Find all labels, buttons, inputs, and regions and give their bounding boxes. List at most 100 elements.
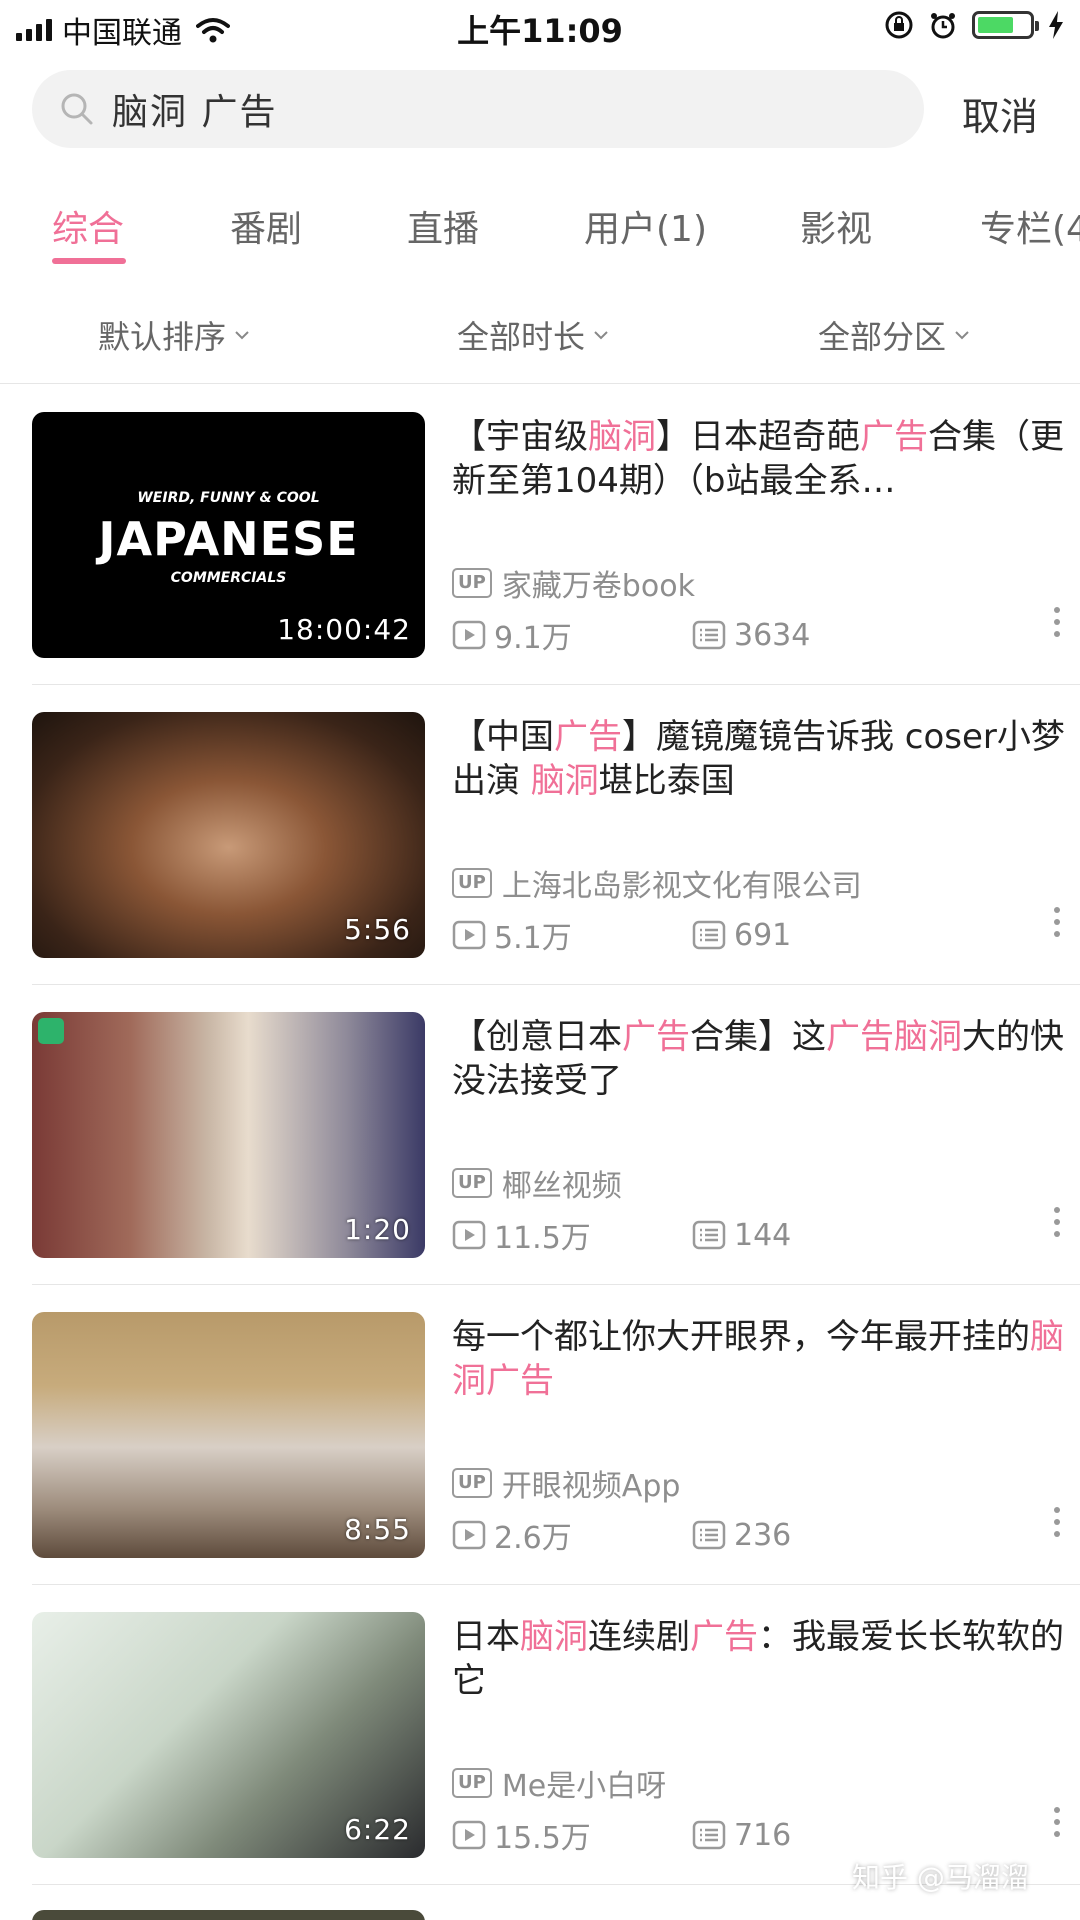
danmaku-icon <box>692 620 726 650</box>
uploader-name: 上海北岛影视文化有限公司 <box>501 869 862 904</box>
more-options-icon[interactable] <box>1054 1807 1060 1837</box>
title-text: 日本 <box>452 1617 520 1657</box>
tab-columns[interactable]: 专栏(4 <box>980 200 1080 252</box>
video-title[interactable]: 【创意日本广告合集】这广告脑洞大的快没法接受了 <box>452 1015 1072 1103</box>
up-badge: UP <box>452 868 492 898</box>
sort-filter[interactable]: 默认排序 <box>98 312 250 358</box>
tab-film[interactable]: 影视 <box>800 200 872 252</box>
uploader-name: Me是小白呀 <box>501 1769 667 1804</box>
filter-bar: 默认排序 全部时长 全部分区 <box>0 300 1080 384</box>
uploader-line[interactable]: UP Me是小白呀 <box>452 1761 666 1805</box>
play-count-icon <box>452 1520 486 1550</box>
danmaku-icon <box>692 1220 726 1250</box>
video-duration: 8:55 <box>344 1513 411 1546</box>
thumbnail-subtitle: COMMERCIALS <box>170 570 287 586</box>
tab-users[interactable]: 用户(1) <box>584 200 707 252</box>
title-keyword-highlight: 广告脑洞 <box>826 1017 962 1057</box>
title-keyword-highlight: 广告 <box>622 1017 690 1057</box>
danmaku-count: 3634 <box>734 617 811 653</box>
category-tabs: 综合 番剧 直播 用户(1) 影视 专栏(4 <box>0 190 1080 270</box>
video-stats: 11.5万 144 <box>452 1213 791 1257</box>
video-thumbnail[interactable]: 6:22 <box>32 1612 425 1858</box>
video-stats: 5.1万 691 <box>452 913 791 957</box>
more-options-icon[interactable] <box>1054 907 1060 937</box>
video-title[interactable]: 日本脑洞连续剧广告：我最爱长长软软的它 <box>452 1615 1072 1703</box>
uploader-line[interactable]: UP 椰丝视频 <box>452 1161 622 1205</box>
title-keyword-highlight: 广告 <box>690 1617 758 1657</box>
thumbnail-title: JAPANESE <box>98 512 359 566</box>
play-count: 15.5万 <box>494 1821 591 1856</box>
play-count: 2.6万 <box>494 1521 572 1556</box>
danmaku-count: 691 <box>734 917 792 953</box>
uploader-name: 椰丝视频 <box>501 1169 622 1204</box>
title-keyword-highlight: 脑洞 <box>520 1617 588 1657</box>
uploader-line[interactable]: UP 家藏万卷book <box>452 561 695 605</box>
video-thumbnail[interactable]: 5:56 <box>32 712 425 958</box>
title-text: 每一个都让你大开眼界，今年最开挂的 <box>452 1317 1030 1357</box>
title-text: 合集】这 <box>690 1017 826 1057</box>
up-badge: UP <box>452 1768 492 1798</box>
danmaku-icon <box>692 1520 726 1550</box>
more-options-icon[interactable] <box>1054 607 1060 637</box>
watermark: 知乎 @马溜溜 <box>852 1861 1029 1894</box>
duration-filter-label: 全部时长 <box>457 318 586 356</box>
play-count: 5.1万 <box>494 921 572 956</box>
video-thumbnail[interactable]: 8:55 <box>32 1312 425 1558</box>
video-duration: 18:00:42 <box>277 613 411 646</box>
status-bar: 中国联通 上午11:09 <box>0 0 1080 54</box>
uploader-line[interactable]: UP 开眼视频App <box>452 1461 680 1505</box>
list-item[interactable]: WEIRD, FUNNY & COOL JAPANESE COMMERCIALS… <box>32 385 1080 685</box>
tab-all[interactable]: 综合 <box>52 200 124 252</box>
chevron-down-icon <box>594 331 608 340</box>
video-title[interactable]: 【中国广告】魔镜魔镜告诉我 coser小梦出演 脑洞堪比泰国 <box>452 715 1072 803</box>
battery-icon <box>972 11 1039 39</box>
uploader-name: 开眼视频App <box>501 1469 681 1504</box>
up-badge: UP <box>452 568 492 598</box>
title-keyword-highlight: 脑洞 <box>588 417 656 457</box>
cancel-button[interactable]: 取消 <box>962 86 1038 141</box>
danmaku-icon <box>692 920 726 950</box>
list-item[interactable]: 6:22 日本脑洞连续剧广告：我最爱长长软软的它 UP Me是小白呀 15.5万… <box>32 1585 1080 1885</box>
danmaku-count: 144 <box>734 1217 792 1253</box>
rotation-lock-icon <box>885 11 913 39</box>
more-options-icon[interactable] <box>1054 1507 1060 1537</box>
title-text: 堪比泰国 <box>598 761 735 801</box>
video-stats: 2.6万 236 <box>452 1513 791 1557</box>
video-thumbnail[interactable]: 1:20 <box>32 1012 425 1258</box>
title-keyword-highlight: 脑洞 <box>530 761 599 801</box>
play-count-icon <box>452 620 486 650</box>
list-item[interactable]: 1:20 【创意日本广告合集】这广告脑洞大的快没法接受了 UP 椰丝视频 11.… <box>32 985 1080 1285</box>
video-title[interactable]: 每一个都让你大开眼界，今年最开挂的脑洞广告 <box>452 1315 1072 1403</box>
video-title[interactable]: 【宇宙级脑洞】日本超奇葩广告合集（更新至第104期）（b站最全系… <box>452 415 1072 503</box>
video-thumbnail[interactable] <box>32 1910 425 1920</box>
chevron-down-icon <box>235 331 249 340</box>
title-text: 】日本超奇葩 <box>656 417 860 457</box>
play-count-icon <box>452 920 486 950</box>
more-options-icon[interactable] <box>1054 1207 1060 1237</box>
play-count: 11.5万 <box>494 1221 591 1256</box>
title-text: 【创意日本 <box>452 1017 622 1057</box>
thumbnail-tagline: WEIRD, FUNNY & COOL <box>137 490 320 506</box>
zone-filter[interactable]: 全部分区 <box>818 312 970 358</box>
active-tab-indicator <box>52 258 126 264</box>
tab-anime[interactable]: 番剧 <box>230 200 302 252</box>
video-stats: 15.5万 716 <box>452 1813 791 1857</box>
up-badge: UP <box>452 1168 492 1198</box>
video-thumbnail[interactable]: WEIRD, FUNNY & COOL JAPANESE COMMERCIALS… <box>32 412 425 658</box>
play-count-icon <box>452 1820 486 1850</box>
up-badge: UP <box>452 1468 492 1498</box>
danmaku-count: 236 <box>734 1517 792 1553</box>
duration-filter[interactable]: 全部时长 <box>457 312 609 358</box>
uploader-line[interactable]: UP 上海北岛影视文化有限公司 <box>452 861 862 905</box>
list-item[interactable]: 5:56 【中国广告】魔镜魔镜告诉我 coser小梦出演 脑洞堪比泰国 UP 上… <box>32 685 1080 985</box>
search-icon <box>61 93 93 125</box>
play-count-icon <box>452 1220 486 1250</box>
title-keyword-highlight: 广告 <box>860 417 928 457</box>
list-item[interactable]: 8:55 每一个都让你大开眼界，今年最开挂的脑洞广告 UP 开眼视频App 2.… <box>32 1285 1080 1585</box>
channel-logo-icon <box>38 1018 64 1044</box>
search-input[interactable]: 脑洞 广告 <box>32 70 924 148</box>
title-keyword-highlight: 广告 <box>554 717 622 757</box>
tab-live[interactable]: 直播 <box>407 200 479 252</box>
alarm-icon <box>931 13 955 39</box>
charging-icon <box>1049 11 1063 39</box>
